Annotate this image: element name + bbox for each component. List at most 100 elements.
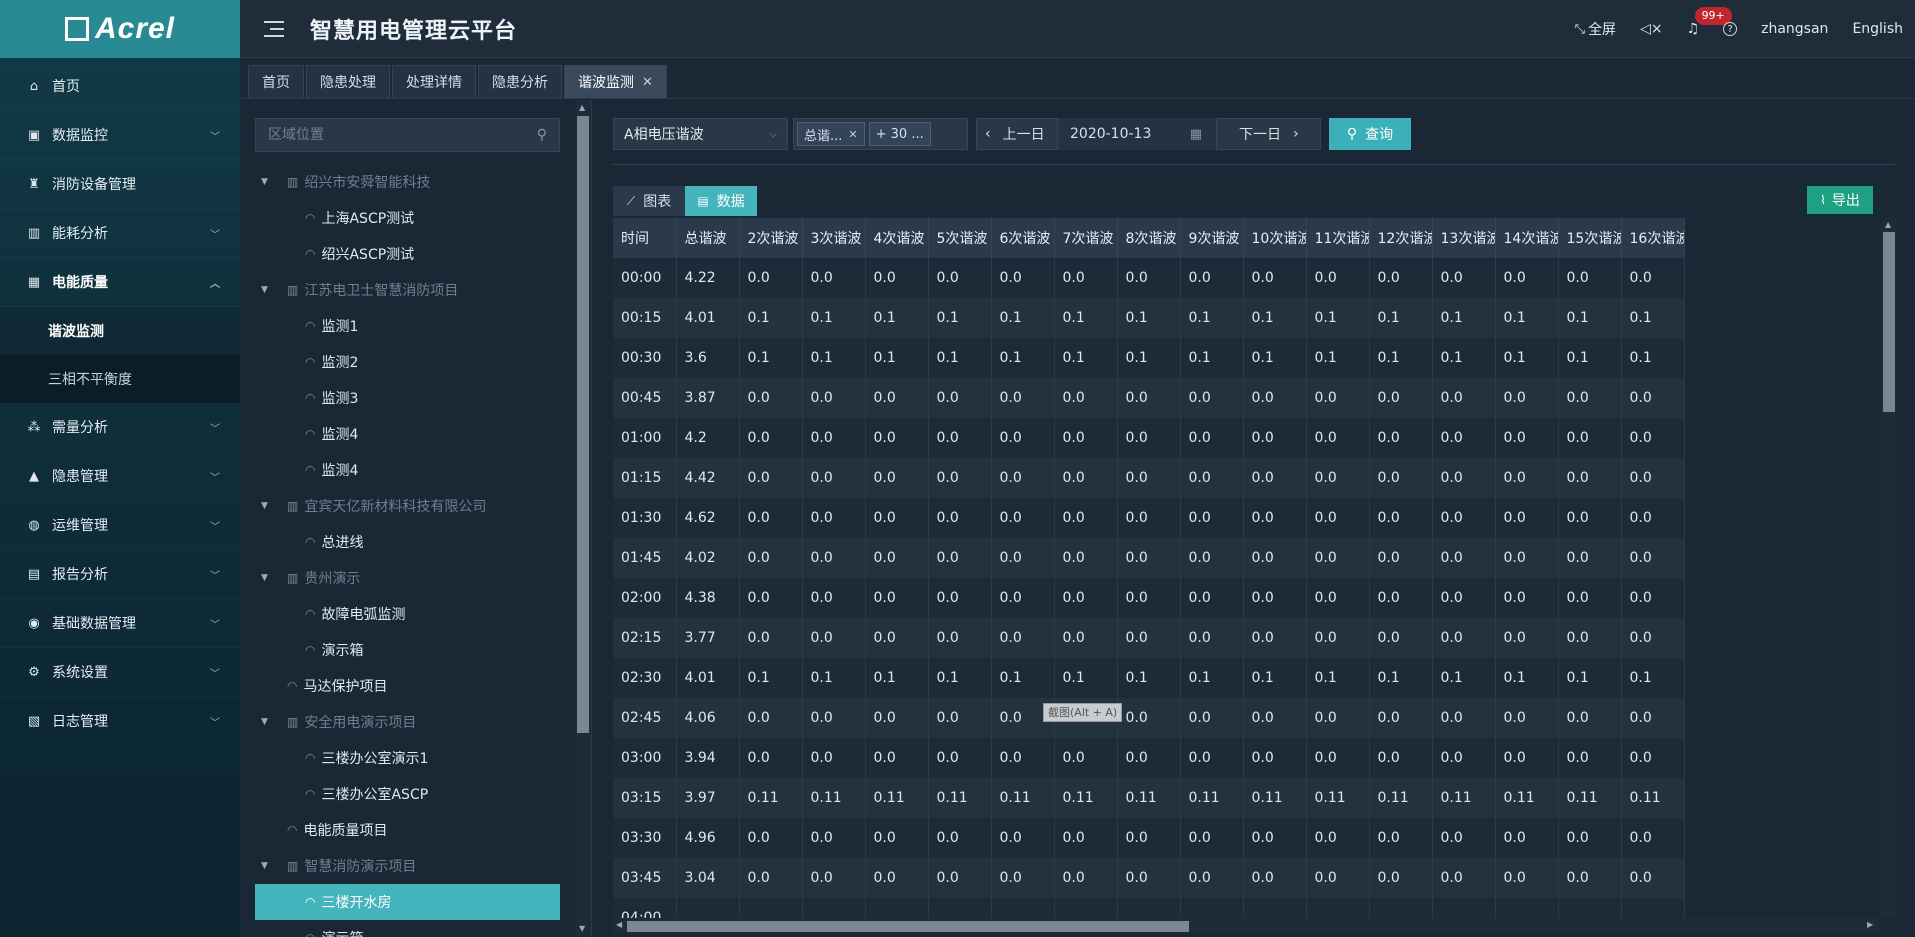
prev-day-button[interactable]: ‹ 上一日 bbox=[977, 124, 1057, 144]
tree-node[interactable]: ▼ ▥ 智慧消防演示项目 bbox=[255, 848, 560, 884]
user-menu[interactable]: zhangsan bbox=[1761, 21, 1828, 37]
sidebar-item-5[interactable]: ⁂ 需量分析 ﹀ bbox=[0, 403, 240, 452]
column-header[interactable]: 3次谐波 bbox=[802, 218, 866, 258]
tree-scrollbar[interactable]: ▲ ▼ bbox=[575, 100, 591, 937]
column-header[interactable]: 10次谐波 bbox=[1243, 218, 1307, 258]
language-switch[interactable]: English bbox=[1852, 21, 1903, 37]
sidebar-item-2[interactable]: ♜ 消防设备管理 bbox=[0, 160, 240, 209]
sidebar-item-10[interactable]: ⚙ 系统设置 ﹀ bbox=[0, 648, 240, 697]
next-day-button[interactable]: 下一日 › bbox=[1217, 124, 1317, 144]
column-header[interactable]: 16次谐波 bbox=[1621, 218, 1685, 258]
tree-node[interactable]: ▼ ▥ 绍兴市安舜智能科技 bbox=[255, 164, 560, 200]
column-header[interactable]: 13次谐波 bbox=[1432, 218, 1496, 258]
scroll-up-icon[interactable]: ▲ bbox=[1885, 220, 1891, 229]
column-header[interactable]: 4次谐波 bbox=[865, 218, 929, 258]
date-picker[interactable]: 2020-10-13 ▦ bbox=[1057, 118, 1217, 150]
tree-scroll-thumb[interactable] bbox=[577, 116, 589, 733]
harmonic-multiselect[interactable]: 总谐... ✕ + 30 ... bbox=[793, 118, 968, 150]
column-header[interactable]: 时间 bbox=[613, 218, 677, 258]
fullscreen-button[interactable]: ⤡ 全屏 bbox=[1575, 19, 1616, 39]
menu-toggle-icon[interactable] bbox=[264, 20, 284, 37]
notification-button[interactable]: ♫ 99+ bbox=[1687, 7, 1732, 37]
sidebar-item-8[interactable]: ▤ 报告分析 ﹀ bbox=[0, 550, 240, 599]
column-header[interactable]: 15次谐波 bbox=[1558, 218, 1622, 258]
tab-2[interactable]: 处理详情 bbox=[392, 65, 476, 98]
caret-down-icon[interactable]: ▼ bbox=[261, 177, 273, 187]
column-header[interactable]: 8次谐波 bbox=[1117, 218, 1181, 258]
caret-down-icon[interactable]: ▼ bbox=[261, 573, 273, 583]
sidebar-item-7[interactable]: ◍ 运维管理 ﹀ bbox=[0, 501, 240, 550]
tree-node[interactable]: ▼ ▥ 宜宾天亿新材料科技有限公司 bbox=[255, 488, 560, 524]
tree-node[interactable]: ◠ 监测1 bbox=[255, 308, 560, 344]
scroll-left-icon[interactable]: ◀ bbox=[616, 920, 622, 929]
sidebar-item-6[interactable]: ▲ 隐患管理 ﹀ bbox=[0, 452, 240, 501]
column-header[interactable]: 6次谐波 bbox=[991, 218, 1055, 258]
column-header[interactable]: 12次谐波 bbox=[1369, 218, 1433, 258]
scroll-up-icon[interactable]: ▲ bbox=[579, 103, 585, 112]
tree-node[interactable]: ◠ 故障电弧监测 bbox=[255, 596, 560, 632]
column-header[interactable]: 5次谐波 bbox=[928, 218, 992, 258]
table-hscroll-thumb[interactable] bbox=[627, 921, 1189, 932]
tree-node[interactable]: ▼ ▥ 江苏电卫士智慧消防项目 bbox=[255, 272, 560, 308]
tree-node[interactable]: ◠ 三楼办公室ASCP bbox=[255, 776, 560, 812]
table-horizontal-scrollbar[interactable]: ◀ ▶ bbox=[613, 918, 1879, 934]
tree-node[interactable]: ◠ 电能质量项目 bbox=[255, 812, 560, 848]
caret-down-icon[interactable]: ▼ bbox=[261, 861, 273, 871]
logo[interactable]: Acrel bbox=[0, 0, 240, 58]
submenu-item-1[interactable]: 三相不平衡度 bbox=[0, 355, 240, 403]
column-header[interactable]: 7次谐波 bbox=[1054, 218, 1118, 258]
value-cell: 0.0 bbox=[1369, 538, 1433, 578]
mute-button[interactable]: ◁× bbox=[1640, 21, 1663, 37]
column-header[interactable]: 11次谐波 bbox=[1306, 218, 1370, 258]
scroll-down-icon[interactable]: ▼ bbox=[579, 924, 585, 933]
caret-down-icon[interactable]: ▼ bbox=[261, 501, 273, 511]
tree-node[interactable]: ▼ ▥ 安全用电演示项目 bbox=[255, 704, 560, 740]
search-icon[interactable]: ⚲ bbox=[537, 127, 547, 143]
tab-0[interactable]: 首页 bbox=[248, 65, 304, 98]
sidebar-item-0[interactable]: ⌂ 首页 bbox=[0, 62, 240, 111]
sidebar-item-4[interactable]: ▦ 电能质量 ︿ bbox=[0, 258, 240, 307]
table-vertical-scrollbar[interactable]: ▲ bbox=[1881, 218, 1897, 918]
bar-chart-icon: ▥ bbox=[27, 225, 41, 241]
tree-node[interactable]: ◠ 三楼办公室演示1 bbox=[255, 740, 560, 776]
tree-node[interactable]: ◠ 监测2 bbox=[255, 344, 560, 380]
tree-node[interactable]: ◠ 演示箱 bbox=[255, 632, 560, 668]
sidebar-item-3[interactable]: ▥ 能耗分析 ﹀ bbox=[0, 209, 240, 258]
tree-node[interactable]: ◠ 监测4 bbox=[255, 452, 560, 488]
tree-node[interactable]: ◠ 绍兴ASCP测试 bbox=[255, 236, 560, 272]
query-button[interactable]: ⚲ 查询 bbox=[1329, 118, 1411, 150]
tab-3[interactable]: 隐患分析 bbox=[478, 65, 562, 98]
tree-node[interactable]: ◠ 演示箱 bbox=[255, 920, 560, 937]
caret-down-icon[interactable]: ▼ bbox=[261, 285, 273, 295]
sidebar-item-11[interactable]: ▧ 日志管理 ﹀ bbox=[0, 697, 240, 746]
tree-node[interactable]: ▼ ▥ 贵州演示 bbox=[255, 560, 560, 596]
sidebar-item-1[interactable]: ▣ 数据监控 ﹀ bbox=[0, 111, 240, 160]
export-button[interactable]: ⌇ 导出 bbox=[1807, 186, 1873, 214]
submenu-item-0[interactable]: 谐波监测 bbox=[0, 307, 240, 355]
caret-down-icon[interactable]: ▼ bbox=[261, 717, 273, 727]
close-icon[interactable]: ✕ bbox=[642, 75, 653, 90]
help-button[interactable]: ? bbox=[1723, 22, 1738, 36]
tab-data[interactable]: ▤ 数据 bbox=[685, 186, 757, 216]
tree-node[interactable]: ◠ 马达保护项目 bbox=[255, 668, 560, 704]
area-search-input[interactable] bbox=[268, 127, 528, 143]
tab-1[interactable]: 隐患处理 bbox=[306, 65, 390, 98]
close-icon[interactable]: ✕ bbox=[848, 128, 857, 141]
tab-chart[interactable]: ⟋ 图表 bbox=[613, 186, 685, 216]
tree-node[interactable]: ◠ 总进线 bbox=[255, 524, 560, 560]
tree-node[interactable]: ◠ 上海ASCP测试 bbox=[255, 200, 560, 236]
tab-4[interactable]: 谐波监测 ✕ bbox=[564, 65, 667, 98]
tree-node[interactable]: ◠ 监测3 bbox=[255, 380, 560, 416]
column-header[interactable]: 2次谐波 bbox=[739, 218, 803, 258]
column-header[interactable]: 9次谐波 bbox=[1180, 218, 1244, 258]
scroll-right-icon[interactable]: ▶ bbox=[1867, 920, 1873, 929]
column-header[interactable]: 14次谐波 bbox=[1495, 218, 1559, 258]
tree-node[interactable]: ◠ 监测4 bbox=[255, 416, 560, 452]
column-header[interactable]: 总谐波 bbox=[676, 218, 740, 258]
selected-chip[interactable]: 总谐... ✕ bbox=[797, 122, 865, 146]
more-chip[interactable]: + 30 ... bbox=[868, 122, 931, 146]
phase-select[interactable]: A相电压谐波 ⌵ bbox=[613, 118, 788, 150]
table-vscroll-thumb[interactable] bbox=[1883, 232, 1895, 412]
sidebar-item-9[interactable]: ◉ 基础数据管理 ﹀ bbox=[0, 599, 240, 648]
tree-node[interactable]: ◠ 三楼开水房 bbox=[255, 884, 560, 920]
